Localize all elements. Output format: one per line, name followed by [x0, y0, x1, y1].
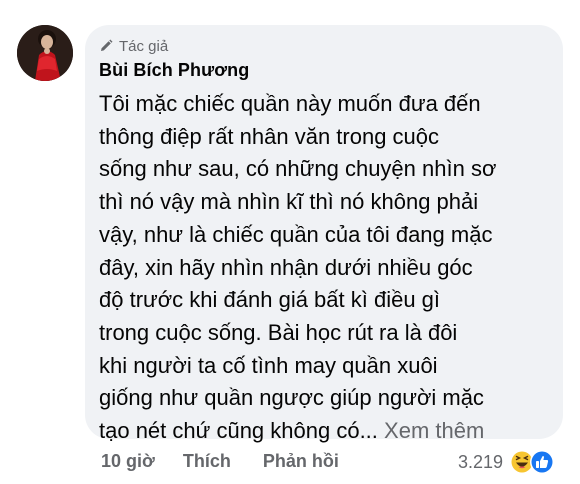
- comment-line: thông điệp rất nhân văn trong cuộc: [99, 123, 440, 149]
- reply-button[interactable]: Phản hồi: [263, 451, 339, 472]
- comment-line: khi người ta cố tình may quần xuôi: [99, 352, 438, 378]
- comment-line: thì nó vậy mà nhìn kĩ thì nó không phải: [99, 189, 479, 215]
- comment-line: trong cuộc sống. Bài học rút ra là đôi: [99, 319, 458, 345]
- comment-line: sống như sau, có những chuyện nhìn sơ: [99, 156, 497, 182]
- like-thumb-icon: [529, 449, 555, 475]
- comment-line: vậy, như là chiếc quần của tôi đang mặc: [99, 221, 493, 247]
- comment-text: Tôi mặc chiếc quần này muốn đưa đến thôn…: [99, 88, 549, 448]
- author-badge-label: Tác giả: [119, 37, 169, 55]
- comment-container: Tác giả Bùi Bích Phương Tôi mặc chiếc qu…: [0, 0, 580, 484]
- like-button[interactable]: Thích: [183, 451, 231, 472]
- comment-actions: 10 giờ Thích Phản hồi: [101, 451, 339, 472]
- comment-line: giống như quần ngược giúp người mặc: [99, 385, 484, 411]
- reaction-count: 3.219: [458, 451, 504, 472]
- comment-line-truncated: tạo nét chứ cũng không có...: [99, 418, 378, 444]
- comment-line: độ trước khi đánh giá bất kì điều gì: [99, 287, 441, 313]
- see-more-link[interactable]: Xem thêm: [384, 418, 484, 443]
- author-name[interactable]: Bùi Bích Phương: [99, 60, 249, 81]
- pencil-icon: [99, 39, 113, 53]
- comment-last-line: tạo nét chứ cũng không có... Xem thêm: [99, 415, 549, 448]
- avatar[interactable]: [17, 25, 73, 81]
- avatar-photo: [17, 25, 73, 81]
- comment-line: Tôi mặc chiếc quần này muốn đưa đến: [99, 91, 481, 116]
- reaction-summary[interactable]: 3.219: [458, 449, 555, 475]
- author-badge: Tác giả: [99, 37, 168, 55]
- timestamp[interactable]: 10 giờ: [101, 451, 155, 472]
- comment-line: đây, xin hãy nhìn nhận dưới nhiều góc: [99, 254, 473, 280]
